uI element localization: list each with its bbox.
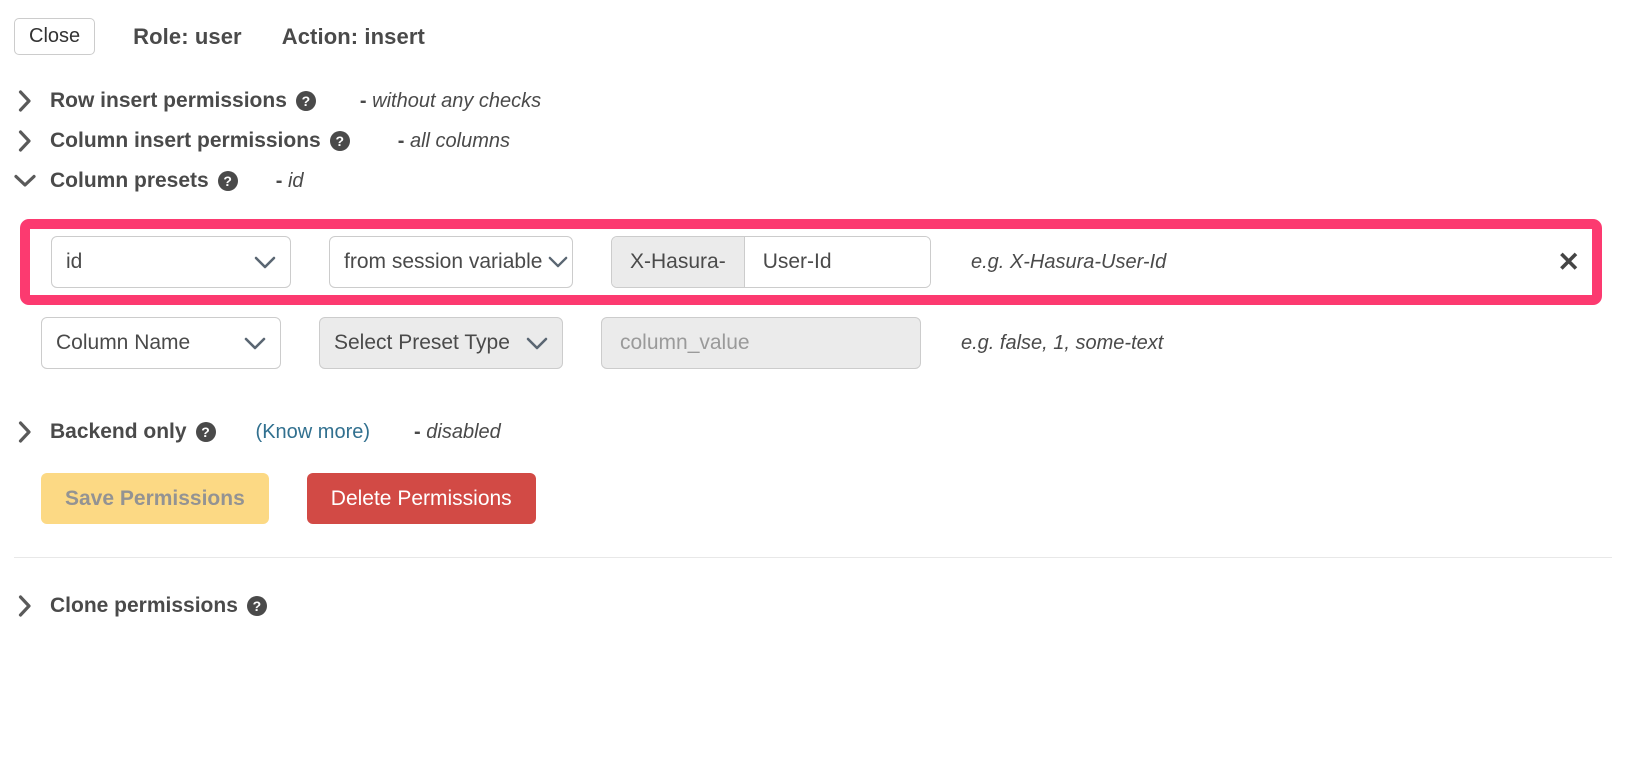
chevron-right-icon[interactable]	[14, 421, 36, 443]
section-row-insert-permissions[interactable]: Row insert permissions ? - without any c…	[0, 81, 1626, 121]
section-title[interactable]: Clone permissions	[50, 594, 238, 618]
chevron-down-icon	[254, 256, 276, 269]
preset-value-input[interactable]	[601, 317, 921, 369]
delete-permissions-button[interactable]: Delete Permissions	[306, 473, 536, 524]
section-backend-only[interactable]: Backend only ? (Know more) - disabled	[0, 412, 1626, 452]
summary-dash: -	[414, 420, 421, 443]
header-meta: Role: user Action: insert	[133, 24, 425, 50]
preset-type-value: Select Preset Type	[334, 331, 510, 354]
save-permissions-button[interactable]: Save Permissions	[41, 473, 269, 524]
section-column-presets[interactable]: Column presets ? - id	[0, 161, 1626, 201]
session-variable-input-group: X-Hasura-	[611, 236, 931, 288]
column-name-value: id	[66, 250, 83, 273]
help-icon[interactable]: ?	[195, 422, 216, 442]
preset-row: id from session variable X-Hasura- e.g. …	[20, 219, 1602, 305]
summary-text: id	[287, 169, 304, 192]
help-icon[interactable]: ?	[217, 171, 238, 191]
remove-preset-icon[interactable]: ✕	[1557, 248, 1580, 276]
action-label: Action: insert	[281, 23, 425, 49]
page-header: Close Role: user Action: insert	[0, 0, 1626, 55]
chevron-right-icon[interactable]	[14, 90, 36, 112]
chevron-down-icon[interactable]	[14, 170, 36, 192]
column-presets-editor: id from session variable X-Hasura- e.g. …	[0, 219, 1626, 376]
section-clone-permissions[interactable]: Clone permissions ?	[0, 586, 1626, 626]
section-summary: - id	[276, 170, 304, 193]
session-variable-input[interactable]	[744, 237, 930, 287]
close-button[interactable]: Close	[14, 18, 96, 55]
session-variable-prefix: X-Hasura-	[612, 237, 745, 287]
preset-value-hint: e.g. X-Hasura-User-Id	[971, 250, 1167, 273]
section-summary: - disabled	[414, 421, 501, 444]
role-label: Role: user	[133, 23, 242, 49]
preset-type-value: from session variable	[344, 250, 543, 273]
section-title[interactable]: Backend only	[50, 420, 187, 444]
chevron-down-icon	[548, 256, 568, 268]
help-icon[interactable]: ?	[295, 91, 316, 111]
chevron-right-icon[interactable]	[14, 130, 36, 152]
section-title[interactable]: Column insert permissions	[50, 129, 321, 153]
know-more-link[interactable]: (Know more)	[256, 421, 370, 444]
preset-type-select[interactable]: Select Preset Type	[319, 317, 563, 369]
section-summary: - all columns	[398, 130, 510, 153]
section-column-insert-permissions[interactable]: Column insert permissions ? - all column…	[0, 121, 1626, 161]
section-title[interactable]: Column presets	[50, 169, 209, 193]
section-title[interactable]: Row insert permissions	[50, 89, 287, 113]
chevron-right-icon[interactable]	[14, 595, 36, 617]
preset-type-select[interactable]: from session variable	[329, 236, 573, 288]
summary-text: all columns	[409, 129, 511, 152]
chevron-down-icon	[244, 337, 266, 350]
column-name-select[interactable]: Column Name	[41, 317, 281, 369]
help-icon[interactable]: ?	[246, 596, 267, 616]
summary-text: disabled	[426, 420, 501, 443]
permission-actions: Save Permissions Delete Permissions	[0, 473, 1626, 524]
column-name-select[interactable]: id	[51, 236, 291, 288]
column-name-value: Column Name	[56, 331, 191, 354]
chevron-down-icon	[526, 337, 548, 350]
summary-text: without any checks	[372, 89, 542, 112]
summary-dash: -	[359, 89, 367, 112]
summary-dash: -	[275, 169, 283, 192]
section-summary: - without any checks	[360, 90, 541, 113]
summary-dash: -	[397, 129, 405, 152]
preset-row: Column Name Select Preset Type e.g. fals…	[0, 310, 1626, 376]
preset-value-hint: e.g. false, 1, some-text	[961, 331, 1164, 354]
help-icon[interactable]: ?	[329, 131, 350, 151]
